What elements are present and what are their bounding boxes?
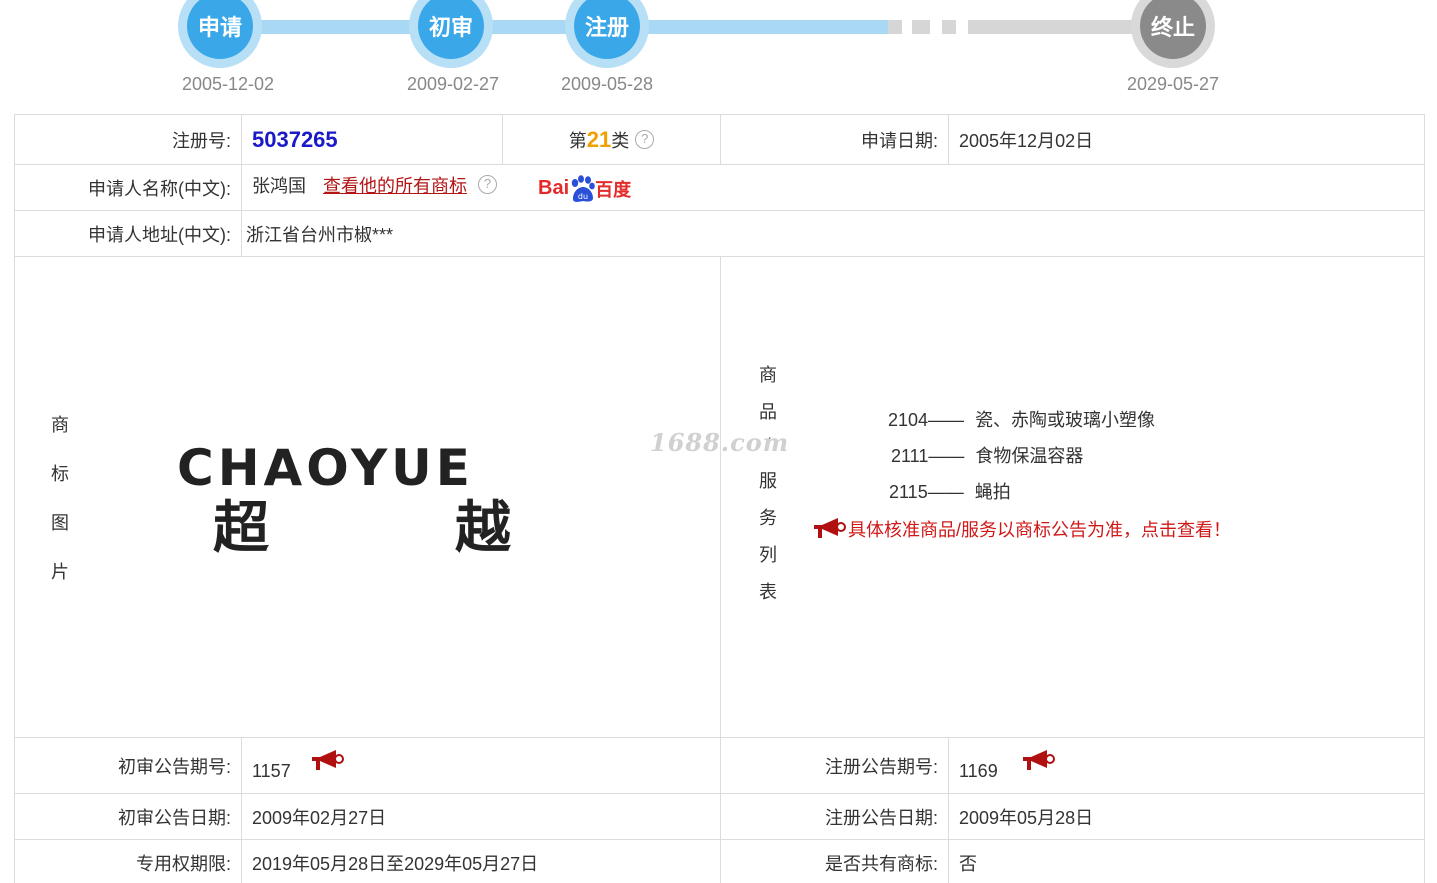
help-icon[interactable]: ?: [635, 129, 655, 149]
timeline-step-expire: 终止: [1131, 0, 1215, 68]
reg-announce-no-cell: 1169: [948, 737, 1425, 794]
goods-item-code: 2115: [889, 482, 928, 502]
apply-date-value: 2005年12月02日: [948, 114, 1425, 165]
svg-text:du: du: [578, 192, 588, 201]
row-exclusive-period: 专用权期限: 2019年05月28日至2029年05月27日 是否共有商标: 否: [14, 839, 1425, 883]
baidu-logo-text: Bai: [538, 177, 570, 200]
row-reg-no: 注册号: 5037265 第21类? 申请日期: 2005年12月02日: [14, 114, 1425, 165]
timeline-dash: [912, 20, 930, 34]
timeline-date-prelim: 2009-02-27: [406, 74, 500, 94]
reg-announce-no-value: 1169: [959, 761, 998, 781]
row-applicant-name: 申请人名称(中文): 张鸿国 查看他的所有商标 ? Bai du 百度: [14, 164, 1425, 211]
prelim-announce-date-label: 初审公告日期:: [14, 793, 242, 840]
logo-text-cn-1: 超: [213, 495, 269, 561]
watermark: 1688.com: [650, 428, 790, 457]
goods-item: 2111—— 食物保温容器: [891, 446, 1084, 466]
goods-item-code: 2111: [891, 446, 929, 466]
timeline-dash: [888, 20, 902, 34]
goods-notice-text: 具体核准商品/服务以商标公告为准，点击查看！: [848, 520, 1231, 540]
trademark-info-table: 注册号: 5037265 第21类? 申请日期: 2005年12月02日 申请人…: [14, 114, 1425, 883]
shared-trademark-value: 否: [948, 839, 1425, 883]
goods-item-code: 2104: [888, 410, 929, 430]
applicant-name-cell: 张鸿国 查看他的所有商标 ? Bai du 百度: [241, 164, 1425, 211]
prelim-announce-no-value: 1157: [252, 761, 291, 781]
shared-trademark-label: 是否共有商标:: [720, 839, 949, 883]
goods-services-label: 商 品 / 服 务 列 表: [759, 365, 777, 602]
logo-text-cn-2: 越: [455, 495, 511, 561]
row-announce-date: 初审公告日期: 2009年02月27日 注册公告日期: 2009年05月28日: [14, 793, 1425, 840]
goods-item: 2115—— 蝇拍: [889, 482, 1011, 502]
baidu-logo-cn: 百度: [595, 179, 632, 200]
row-trademark-image-goods: 商 标 图 片 CHAOYUE 超 越 商 品 / 服 务 列 表: [14, 256, 1425, 738]
trademark-image-cell: 商 标 图 片 CHAOYUE 超 越: [14, 256, 721, 738]
prelim-announce-date-value: 2009年02月27日: [241, 793, 721, 840]
class-suffix: 类: [611, 130, 630, 151]
row-announce-no: 初审公告期号: 1157 注册公告期号: 1169: [14, 737, 1425, 794]
goods-item: 2104—— 瓷、赤陶或玻璃小塑像: [888, 410, 1156, 430]
applicant-address-value: 浙江省台州市椒***: [241, 210, 1425, 257]
reg-no-cell: 5037265: [241, 114, 503, 165]
baidu-search-link[interactable]: Bai du 百度: [538, 174, 632, 203]
timeline-date-apply: 2005-12-02: [181, 74, 275, 94]
timeline-step-apply: 申请: [178, 0, 262, 68]
apply-date-label: 申请日期:: [720, 114, 949, 165]
goods-item-name: 蝇拍: [974, 482, 1011, 502]
applicant-name-label: 申请人名称(中文):: [14, 164, 242, 211]
prelim-announce-no-cell: 1157: [241, 737, 721, 794]
prelim-announce-no-label: 初审公告期号:: [14, 737, 242, 794]
reg-no-value: 5037265: [252, 126, 338, 152]
applicant-address-label: 申请人地址(中文):: [14, 210, 242, 257]
reg-announce-no-label: 注册公告期号:: [720, 737, 949, 794]
status-timeline: 申请 初审 注册 终止 2005-12-02 2009-02-27 2009-0…: [0, 0, 1437, 112]
reg-no-label: 注册号:: [14, 114, 242, 165]
reg-announce-date-value: 2009年05月28日: [948, 793, 1425, 840]
timeline-step-register: 注册: [565, 0, 649, 68]
announcement-horn-icon[interactable]: [1021, 749, 1055, 773]
goods-services-cell: 商 品 / 服 务 列 表: [720, 256, 1425, 738]
trademark-image-label: 商 标 图 片: [51, 415, 69, 582]
goods-item-name: 瓷、赤陶或玻璃小塑像: [975, 410, 1156, 430]
exclusive-period-value: 2019年05月28日至2029年05月27日: [241, 839, 721, 883]
announcement-horn-icon: [814, 518, 846, 538]
timeline-progress-line: [220, 20, 888, 34]
class-cell: 第21类?: [502, 114, 721, 165]
row-applicant-address: 申请人地址(中文): 浙江省台州市椒***: [14, 210, 1425, 257]
timeline-step-prelim: 初审: [409, 0, 493, 68]
help-icon[interactable]: ?: [478, 175, 498, 195]
goods-notice-link[interactable]: 具体核准商品/服务以商标公告为准，点击查看！: [812, 516, 1231, 542]
view-all-trademarks-link[interactable]: 查看他的所有商标: [323, 176, 467, 196]
class-prefix: 第: [568, 130, 587, 151]
baidu-paw-icon: du: [571, 174, 595, 202]
exclusive-period-label: 专用权期限:: [14, 839, 242, 883]
timeline-date-register: 2009-05-28: [560, 74, 654, 94]
announcement-horn-icon[interactable]: [310, 749, 344, 773]
reg-announce-date-label: 注册公告日期:: [720, 793, 949, 840]
timeline-dash: [942, 20, 956, 34]
class-number: 21: [586, 126, 612, 152]
applicant-name-value: 张鸿国: [252, 176, 306, 197]
timeline-date-expire: 2029-05-27: [1126, 74, 1220, 94]
goods-item-name: 食物保温容器: [975, 446, 1084, 466]
